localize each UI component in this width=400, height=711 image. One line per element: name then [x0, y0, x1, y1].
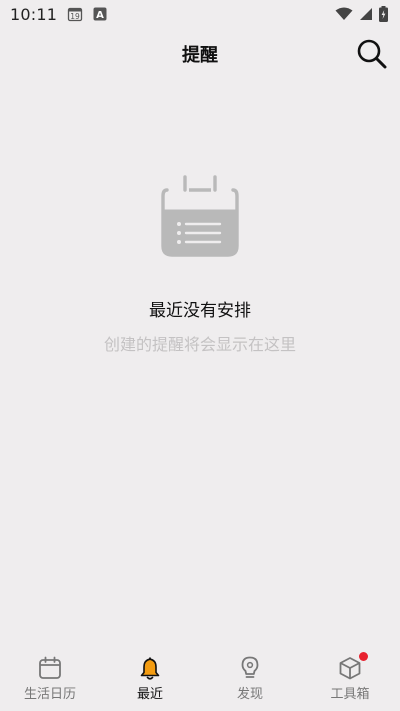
search-icon — [357, 39, 387, 69]
nav-label-recent: 最近 — [136, 687, 163, 702]
calendar-day-number: 19 — [70, 12, 80, 21]
status-bar: 10:11 19 A — [0, 0, 400, 28]
header: 提醒 — [0, 28, 400, 80]
battery-icon — [379, 6, 388, 22]
empty-subtitle: 创建的提醒将会显示在这里 — [103, 335, 296, 354]
app-notification-letter: A — [96, 10, 104, 21]
calendar-notification-icon: 19 — [67, 6, 83, 22]
calendar-list-icon — [161, 175, 239, 257]
app-notification-icon: A — [93, 7, 107, 21]
nav-item-discover[interactable]: 发现 — [200, 650, 300, 711]
nav-label-toolbox: 工具箱 — [330, 687, 370, 702]
lightbulb-icon — [241, 656, 259, 678]
nav-item-recent[interactable]: 最近 — [100, 650, 200, 711]
status-left: 10:11 19 A — [10, 5, 107, 24]
nav-label-life-calendar: 生活日历 — [23, 687, 76, 702]
nav-item-toolbox[interactable]: 工具箱 — [300, 650, 400, 711]
search-button[interactable] — [354, 36, 390, 72]
page-title: 提醒 — [182, 45, 218, 66]
status-right — [335, 6, 388, 22]
signal-icon — [359, 7, 373, 21]
wifi-icon — [335, 7, 353, 21]
screen: 10:11 19 A 提醒 最近没有安排 创建的提醒将会显示在这里 生活日历 最… — [0, 0, 400, 711]
empty-title: 最近没有安排 — [149, 301, 251, 321]
toolbox-icon-wrap — [337, 652, 368, 681]
nav-label-discover: 发现 — [236, 687, 263, 702]
nav-item-life-calendar[interactable]: 生活日历 — [0, 650, 100, 711]
bell-icon — [140, 657, 160, 680]
bottom-nav: 生活日历 最近 发现 工具箱 — [0, 650, 400, 711]
notification-badge — [359, 652, 368, 661]
calendar-icon — [39, 656, 61, 679]
empty-state: 最近没有安排 创建的提醒将会显示在这里 — [0, 170, 400, 355]
status-time: 10:11 — [10, 4, 58, 24]
